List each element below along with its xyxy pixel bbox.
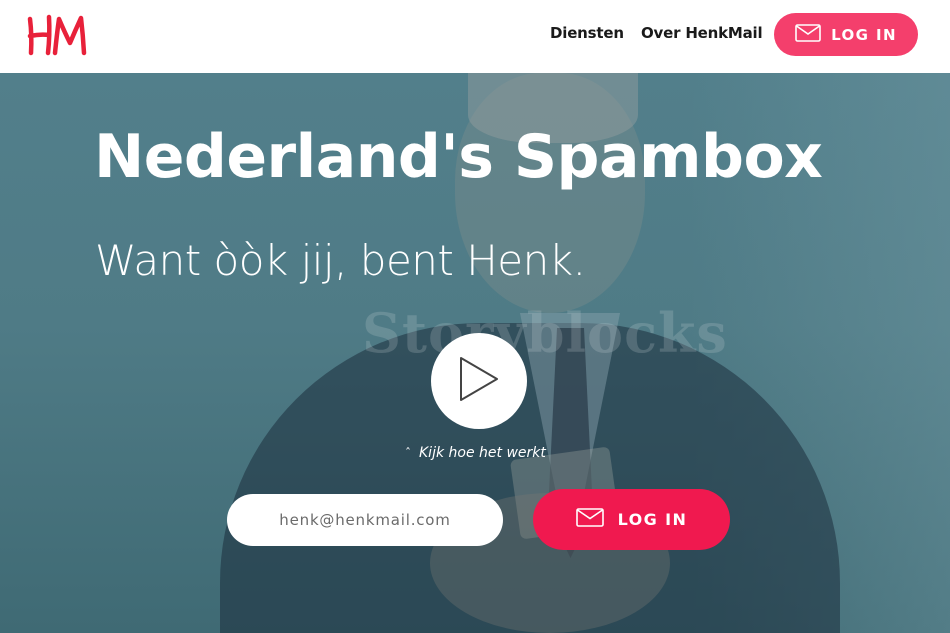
nav-link-over-henkmail[interactable]: Over HenkMail (641, 24, 763, 42)
video-caption[interactable]: ˆ Kijk hoe het werkt (405, 445, 546, 461)
header-login-button[interactable]: LOG IN (774, 13, 918, 56)
video-watermark: Storyblocks (362, 301, 728, 365)
hero-login-button[interactable]: LOG IN (533, 489, 730, 550)
nav-link-diensten[interactable]: Diensten (550, 24, 624, 42)
henkmail-logo[interactable] (26, 11, 90, 59)
video-caption-text: Kijk hoe het werkt (419, 445, 546, 461)
play-video-button[interactable] (431, 333, 527, 429)
hero-section: Storyblocks Nederland's Spambox Want òòk… (0, 73, 950, 633)
hero-login-label: LOG IN (617, 510, 688, 529)
envelope-icon (575, 508, 604, 531)
hero-subtitle: Want òòk jij, bent Henk. (95, 236, 586, 285)
hero-title: Nederland's Spambox (94, 122, 823, 192)
play-icon (457, 354, 501, 408)
caret-up-icon: ˆ (405, 446, 411, 460)
top-header: Diensten Over HenkMail LOG IN (0, 0, 950, 73)
envelope-icon (795, 23, 821, 46)
email-input[interactable] (227, 494, 503, 546)
header-login-label: LOG IN (831, 25, 897, 44)
